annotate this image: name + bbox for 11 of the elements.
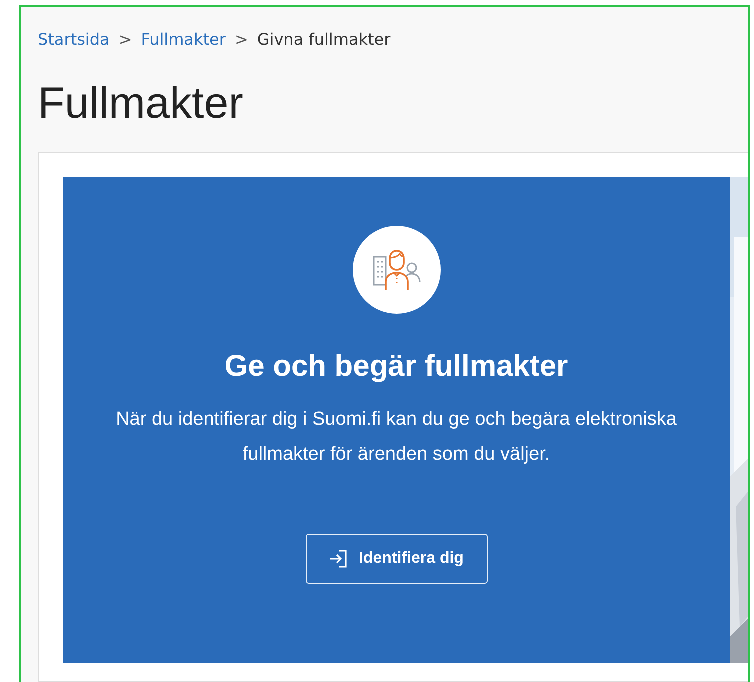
- hero-heading: Ge och begär fullmakter: [224, 350, 568, 384]
- breadcrumb-separator: >: [118, 30, 132, 48]
- sign-in-icon: [329, 549, 350, 569]
- identify-button[interactable]: Identifiera dig: [306, 534, 488, 584]
- hero-description: När du identifierar dig i Suomi.fi kan du ge och begära elektroniska fullmakter för ärenden som du väljer.: [115, 408, 678, 467]
- breadcrumb-separator: >: [234, 30, 248, 48]
- breadcrumb-current: Givna fullmakter: [257, 30, 391, 48]
- page-title: Fullmakter: [38, 78, 244, 130]
- breadcrumb-link[interactable]: Startsida: [38, 30, 110, 48]
- breadcrumb-link[interactable]: Fullmakter: [141, 30, 226, 48]
- person-with-building-icon: [372, 249, 422, 291]
